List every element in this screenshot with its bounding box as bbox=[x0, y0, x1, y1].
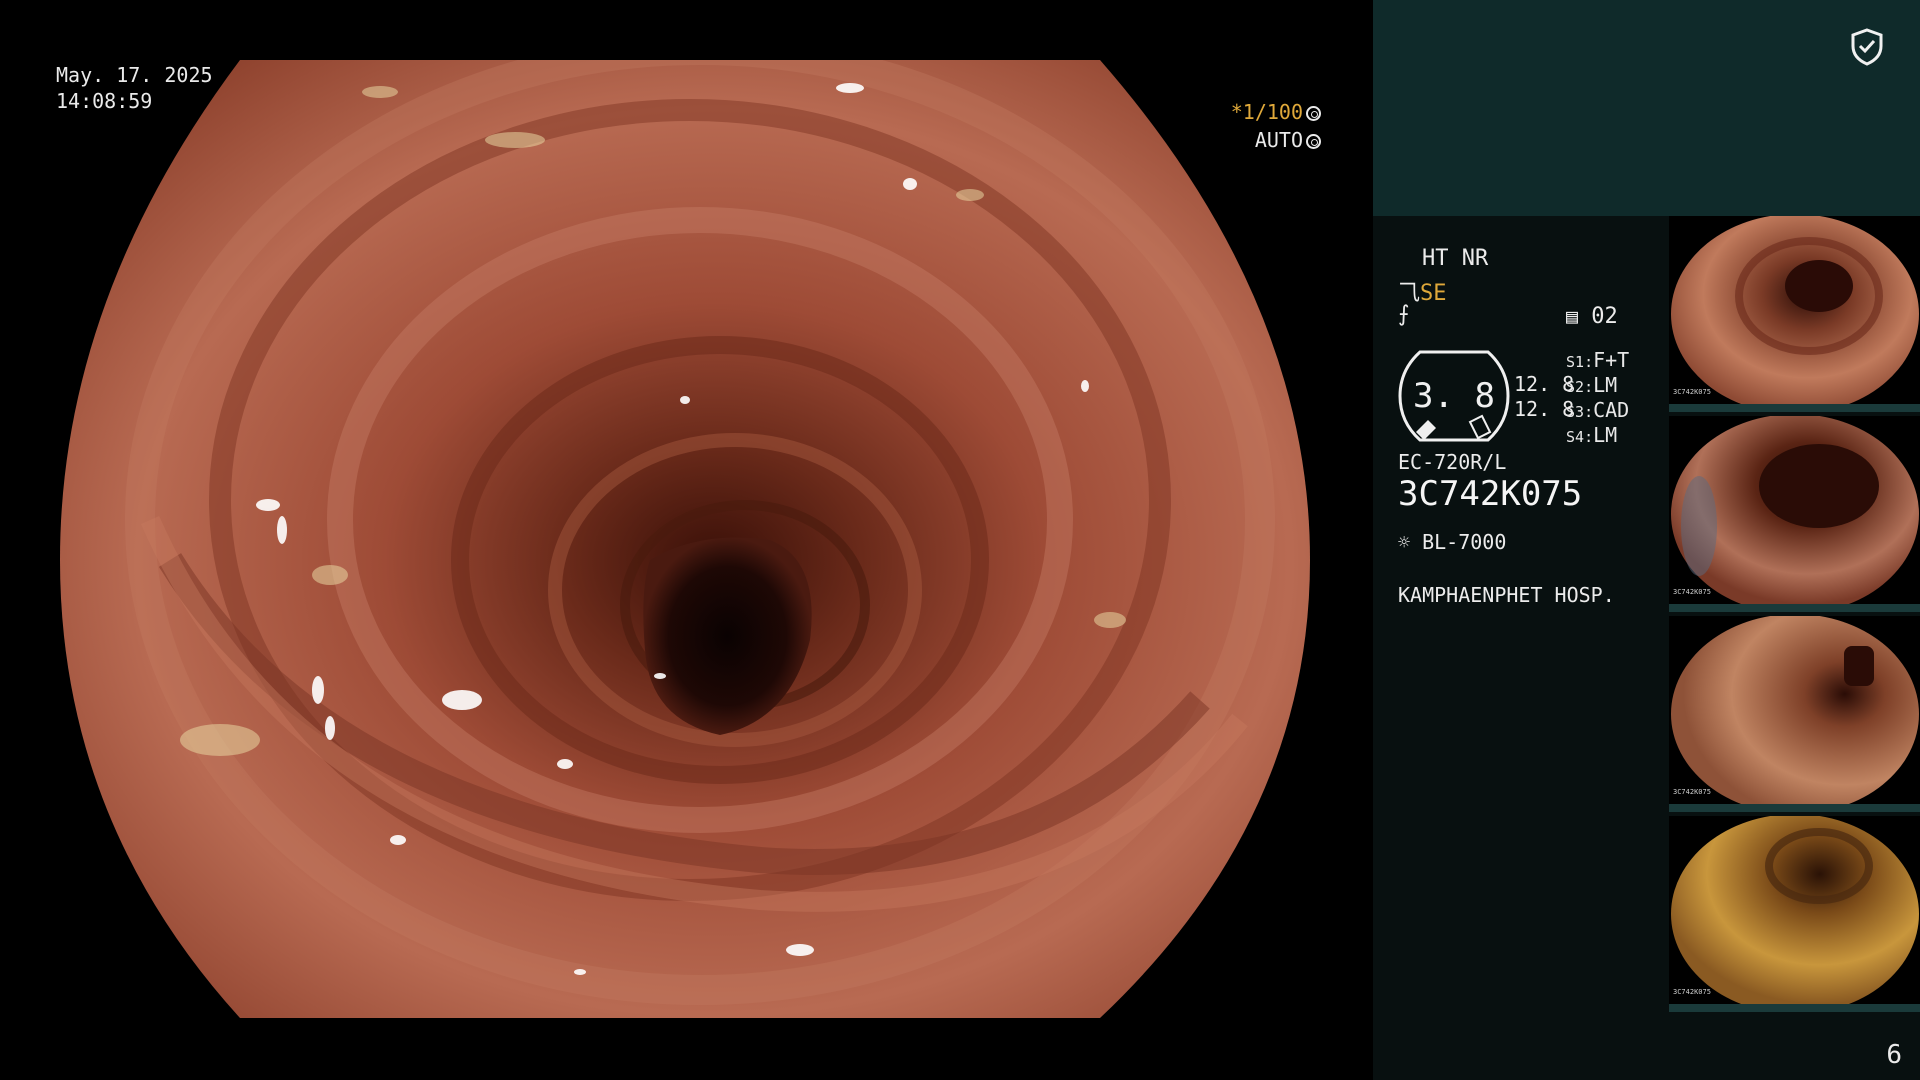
shutter-value: 1/100 bbox=[1242, 100, 1303, 124]
structure-mode: SE bbox=[1420, 281, 1447, 306]
thumbnail-image bbox=[1671, 616, 1919, 812]
switch-key: S3 bbox=[1566, 403, 1585, 421]
date-text: May. 17. 2025 bbox=[56, 63, 213, 87]
switch-row: S3:CAD bbox=[1566, 398, 1630, 422]
thumbnail-footer bbox=[1669, 804, 1920, 812]
switch-row: S4:LM bbox=[1566, 423, 1618, 447]
shield-check-icon[interactable] bbox=[1850, 28, 1884, 66]
panel-header bbox=[1373, 0, 1920, 216]
time-text: 14:08:59 bbox=[56, 89, 153, 113]
thumbnail-serial: 3C742K075 bbox=[1673, 988, 1711, 996]
switch-value: LM bbox=[1593, 373, 1618, 397]
iris-mode: AUTO bbox=[1231, 126, 1321, 154]
shutter-icon bbox=[1306, 106, 1321, 121]
endoscope-image bbox=[60, 60, 1310, 1018]
memory-slot-value: 02 bbox=[1591, 304, 1618, 329]
thumbnail-serial: 3C742K075 bbox=[1673, 388, 1711, 396]
switch-row: S1:F+T bbox=[1566, 348, 1630, 372]
thumbnail-footer bbox=[1669, 604, 1920, 612]
memory-icon: ▤ bbox=[1566, 304, 1579, 328]
switch-row: S2:LM bbox=[1566, 373, 1618, 397]
shutter-prefix: * bbox=[1230, 100, 1243, 124]
thumbnail-serial: 3C742K075 bbox=[1673, 788, 1711, 796]
endoscope-main-view: May. 17. 2025 14:08:59 *1/100 AUTO bbox=[0, 0, 1373, 1080]
shutter-speed: *1/100 bbox=[1231, 98, 1321, 126]
switch-value: CAD bbox=[1593, 398, 1630, 422]
switch-value: LM bbox=[1593, 423, 1618, 447]
thumbnail-footer bbox=[1669, 404, 1920, 412]
scope-model: EC-720R/L bbox=[1398, 450, 1507, 474]
thumbnail-serial: 3C742K075 bbox=[1673, 588, 1711, 596]
thumbnail-image bbox=[1671, 416, 1919, 612]
iris-icon bbox=[1306, 134, 1321, 149]
memory-slot: ▤ 02 bbox=[1566, 304, 1618, 329]
capture-thumbnail-2[interactable]: 3C742K075 bbox=[1669, 416, 1920, 612]
thumbnail-image bbox=[1671, 816, 1919, 1012]
thumbnail-image bbox=[1671, 216, 1919, 412]
color-mode-icon: ⨍ bbox=[1398, 302, 1410, 327]
switch-key: S4 bbox=[1566, 428, 1585, 446]
light-source-icon: ☼ bbox=[1398, 530, 1411, 554]
page-number: 6 bbox=[1886, 1040, 1902, 1070]
exposure-display: *1/100 AUTO bbox=[1231, 98, 1321, 154]
thumbnail-footer bbox=[1669, 1004, 1920, 1012]
switch-key: S2 bbox=[1566, 378, 1585, 396]
light-source: ☼ BL-7000 bbox=[1398, 530, 1506, 554]
hospital-name: KAMPHAENPHET HOSP. bbox=[1398, 583, 1615, 607]
capture-thumbnail-4[interactable]: 3C742K075 bbox=[1669, 816, 1920, 1012]
switch-key: S1 bbox=[1566, 353, 1585, 371]
processing-mode: HT NR bbox=[1422, 246, 1489, 271]
switch-value: F+T bbox=[1593, 348, 1630, 372]
datetime-display: May. 17. 2025 14:08:59 bbox=[56, 62, 213, 114]
capture-thumbnail-3[interactable]: 3C742K075 bbox=[1669, 616, 1920, 812]
capture-thumbnail-1[interactable]: 3C742K075 bbox=[1669, 216, 1920, 412]
enhance-value: 3. 8 bbox=[1413, 376, 1495, 416]
light-source-text: BL-7000 bbox=[1422, 530, 1507, 554]
side-panel: HT NR ⺄SE ⨍ ▤ 02 3. 8 12. 8 12. 8 S1:F+T… bbox=[1373, 0, 1920, 1080]
iris-mode-text: AUTO bbox=[1254, 128, 1303, 152]
scope-serial: 3C742K075 bbox=[1398, 474, 1583, 514]
